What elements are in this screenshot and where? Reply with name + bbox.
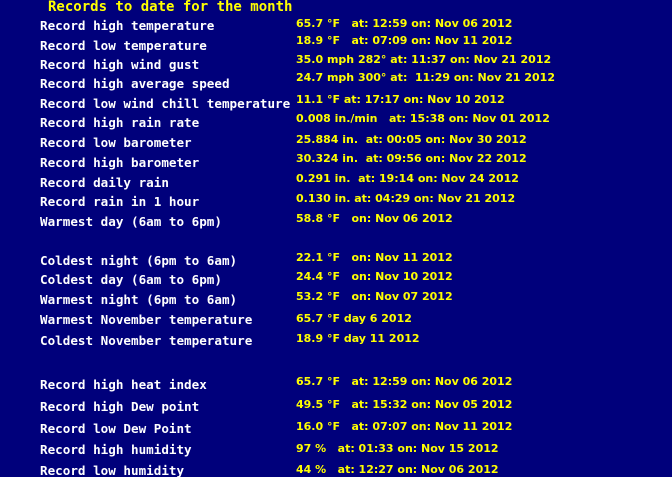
record-label: Warmest day (6am to 6pm) — [40, 214, 222, 229]
record-label: Record low Dew Point — [40, 421, 192, 436]
record-value: 24.4 °F on: Nov 10 2012 — [296, 270, 453, 283]
record-value: 0.008 in./min at: 15:38 on: Nov 01 2012 — [296, 112, 550, 125]
record-label: Record high rain rate — [40, 115, 200, 130]
record-value: 53.2 °F on: Nov 07 2012 — [296, 290, 453, 303]
record-value: 65.7 °F at: 12:59 on: Nov 06 2012 — [296, 375, 513, 388]
record-label: Record low barometer — [40, 135, 192, 150]
page-title: Records to date for the month — [48, 0, 293, 15]
record-value: 58.8 °F on: Nov 06 2012 — [296, 212, 453, 225]
record-label: Record daily rain — [40, 175, 169, 190]
record-value: 22.1 °F on: Nov 11 2012 — [296, 251, 453, 264]
record-label: Record high heat index — [40, 377, 207, 392]
record-label: Record high average speed — [40, 76, 230, 91]
record-label: Record low humidity — [40, 463, 185, 477]
record-value: 11.1 °F at: 17:17 on: Nov 10 2012 — [296, 93, 505, 106]
record-label: Record rain in 1 hour — [40, 194, 200, 209]
record-label: Record low wind chill temperature — [40, 96, 291, 111]
record-value: 24.7 mph 300° at: 11:29 on: Nov 21 2012 — [296, 71, 555, 84]
record-value: 30.324 in. at: 09:56 on: Nov 22 2012 — [296, 152, 527, 165]
record-label: Record high temperature — [40, 18, 215, 33]
record-value: 18.9 °F at: 07:09 on: Nov 11 2012 — [296, 34, 513, 47]
record-label: Warmest night (6pm to 6am) — [40, 292, 238, 307]
record-value: 65.7 °F day 6 2012 — [296, 312, 412, 325]
record-value: 65.7 °F at: 12:59 on: Nov 06 2012 — [296, 17, 513, 30]
record-label: Coldest night (6pm to 6am) — [40, 253, 238, 268]
record-value: 0.291 in. at: 19:14 on: Nov 24 2012 — [296, 172, 519, 185]
record-value: 0.130 in. at: 04:29 on: Nov 21 2012 — [296, 192, 516, 205]
record-value: 97 % at: 01:33 on: Nov 15 2012 — [296, 442, 499, 455]
record-label: Record high wind gust — [40, 57, 200, 72]
record-label: Record high barometer — [40, 155, 200, 170]
record-label: Record high Dew point — [40, 399, 200, 414]
record-value: 16.0 °F at: 07:07 on: Nov 11 2012 — [296, 420, 513, 433]
record-value: 18.9 °F day 11 2012 — [296, 332, 420, 345]
record-value: 35.0 mph 282° at: 11:37 on: Nov 21 2012 — [296, 53, 552, 66]
record-label: Coldest day (6am to 6pm) — [40, 272, 222, 287]
records-page: Records to date for the month Record hig… — [0, 0, 672, 477]
record-value: 49.5 °F at: 15:32 on: Nov 05 2012 — [296, 398, 513, 411]
record-value: 44 % at: 12:27 on: Nov 06 2012 — [296, 463, 499, 476]
record-label: Record high humidity — [40, 442, 192, 457]
record-value: 25.884 in. at: 00:05 on: Nov 30 2012 — [296, 133, 527, 146]
record-label: Coldest November temperature — [40, 333, 253, 348]
record-label: Warmest November temperature — [40, 312, 253, 327]
record-label: Record low temperature — [40, 38, 207, 53]
